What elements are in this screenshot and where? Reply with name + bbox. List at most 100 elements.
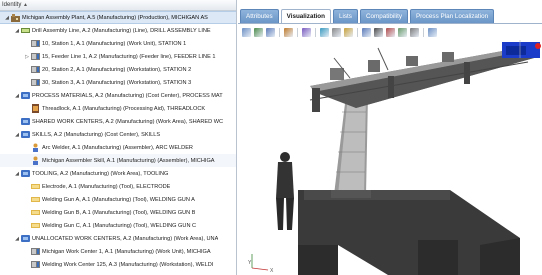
select-icon[interactable] (332, 27, 341, 37)
tree-row[interactable]: ◢ TOOLING, A.2 (Manufacturing) (Work Area… (0, 167, 236, 180)
tree-row[interactable]: ▷ 15, Feeder Line 1, A.2 (Manufacturing) … (0, 50, 236, 63)
tree-row-label: UNALLOCATED WORK CENTERS, A.2 (Manufactu… (32, 235, 219, 242)
platform (298, 190, 520, 275)
tab-attributes[interactable]: Attributes (240, 9, 279, 23)
skill-person-icon (31, 156, 40, 165)
collapse-icon[interactable]: ◢ (14, 236, 20, 242)
work-center-icon (21, 234, 30, 243)
axis-triad (251, 254, 269, 271)
workstation-icon (31, 260, 40, 269)
tool-icon (31, 221, 40, 230)
tool-icon (31, 195, 40, 204)
collapse-icon[interactable]: ◢ (14, 28, 20, 34)
tree-row-label: SKILLS, A.2 (Manufacturing) (Cost Center… (32, 131, 161, 138)
tab-visualization[interactable]: Visualization (280, 9, 331, 24)
tree-row[interactable]: ◢ Michigan Assembly Plant, A.5 (Manufactu… (0, 11, 236, 24)
tree-row[interactable]: Welding Gun B, A.1 (Manufacturing) (Tool… (0, 206, 236, 219)
zoom-area-icon[interactable] (254, 27, 263, 37)
tree-row-label: Arc Welder, A.1 (Manufacturing) (Assembl… (42, 144, 193, 151)
axis-y-label: Y (248, 260, 252, 266)
collapse-icon[interactable]: ◢ (14, 93, 20, 99)
factory-3d-scene[interactable] (238, 40, 542, 275)
workstation-icon (31, 52, 40, 61)
view-orientation-icon[interactable] (302, 27, 311, 37)
tree-row[interactable]: ◢ Drill Assembly Line, A.2 (Manufacturing… (0, 24, 236, 37)
collapse-icon[interactable]: ◢ (4, 15, 10, 21)
tree-row-label: Welding Gun B, A.1 (Manufacturing) (Tool… (42, 209, 196, 216)
skill-person-icon (31, 143, 40, 152)
tree-row[interactable]: ◢ SKILLS, A.2 (Manufacturing) (Cost Cente… (0, 128, 236, 141)
tree-row[interactable]: ◢ PROCESS MATERIALS, A.2 (Manufacturing) … (0, 89, 236, 102)
axis-x-label: X (270, 268, 274, 274)
tree-row-label: Threadlock, A.1 (Manufacturing) (Process… (42, 105, 206, 112)
work-center-icon (21, 169, 30, 178)
structure-tree-pane: Identity ▲ ◢ Michigan Assembly Plant, A.5… (0, 0, 237, 275)
robot-cell (502, 40, 541, 58)
tree-row-label: SHARED WORK CENTERS, A.2 (Manufacturing)… (32, 118, 224, 125)
tree-row[interactable]: Arc Welder, A.1 (Manufacturing) (Assembl… (0, 141, 236, 154)
tool-icon (31, 208, 40, 217)
toolbar-separator (357, 27, 358, 37)
measure-icon[interactable] (386, 27, 395, 37)
3d-viewport[interactable]: Y X (238, 40, 542, 275)
sort-ascending-icon: ▲ (23, 2, 28, 8)
collapse-icon[interactable]: ◢ (14, 132, 20, 138)
tree-column-header[interactable]: Identity ▲ (0, 0, 236, 11)
assembly-line-icon (21, 26, 30, 35)
conveyor-main (309, 47, 534, 112)
tree-row[interactable]: Welding Work Center 125, A.3 (Manufactur… (0, 258, 236, 271)
processing-aid-icon (31, 104, 40, 113)
magnify-icon[interactable] (374, 27, 383, 37)
conveyor-vertical (331, 95, 371, 198)
tree-row-label: TOOLING, A.2 (Manufacturing) (Work Area)… (32, 170, 169, 177)
lighting-icon[interactable] (362, 27, 371, 37)
tree-row[interactable]: SHARED WORK CENTERS, A.2 (Manufacturing)… (0, 115, 236, 128)
zoom-icon[interactable] (266, 27, 275, 37)
tree-row-label: 15, Feeder Line 1, A.2 (Manufacturing) (… (42, 53, 216, 60)
tree-row[interactable]: Michigan Work Center 1, A.1 (Manufacturi… (0, 245, 236, 258)
tab-process-plan-localization[interactable]: Process Plan Localization (409, 9, 495, 23)
expand-icon[interactable]: ▷ (24, 54, 30, 60)
markup-icon[interactable] (410, 27, 419, 37)
tree-row-label: Welding Work Center 125, A.3 (Manufactur… (42, 261, 214, 268)
toolbar-separator (423, 27, 424, 37)
tree-row[interactable]: ◢ UNALLOCATED WORK CENTERS, A.2 (Manufact… (0, 232, 236, 245)
tree-row[interactable]: 20, Station 2, A.1 (Manufacturing) (Work… (0, 63, 236, 76)
tree-row-label: 20, Station 2, A.1 (Manufacturing) (Work… (42, 66, 192, 73)
workstation-icon (31, 65, 40, 74)
tree-row[interactable]: Welding Gun A, A.1 (Manufacturing) (Tool… (0, 193, 236, 206)
tree-row-label: Drill Assembly Line, A.2 (Manufacturing)… (32, 27, 211, 34)
tree-row[interactable]: Electrode, A.1 (Manufacturing) (Tool), E… (0, 180, 236, 193)
fit-view-icon[interactable] (242, 27, 251, 37)
tree-row[interactable]: Threadlock, A.1 (Manufacturing) (Process… (0, 102, 236, 115)
workstation-icon (31, 39, 40, 48)
tool-icon (31, 182, 40, 191)
settings-icon[interactable] (428, 27, 437, 37)
work-center-icon (21, 130, 30, 139)
tab-strip-divider (238, 23, 542, 24)
work-center-icon (21, 117, 30, 126)
tree-row[interactable]: 30, Station 3, A.1 (Manufacturing) (Work… (0, 76, 236, 89)
tree-row[interactable]: Michigan Assembler Skill, A.1 (Manufactu… (0, 154, 236, 167)
tab-lists[interactable]: Lists (332, 9, 358, 23)
tree-row-label: PROCESS MATERIALS, A.2 (Manufacturing) (… (32, 92, 223, 99)
tree-row-label: Michigan Work Center 1, A.1 (Manufacturi… (42, 248, 211, 255)
work-center-icon (21, 91, 30, 100)
workstation-icon (31, 247, 40, 256)
collapse-icon[interactable]: ◢ (14, 171, 20, 177)
section-icon[interactable] (398, 27, 407, 37)
detail-pane: Attributes Visualization Lists Compatibilit… (238, 0, 542, 275)
plant-icon (11, 13, 20, 22)
pan-icon[interactable] (320, 27, 329, 37)
rotate-icon[interactable] (284, 27, 293, 37)
tree-row-label: Michigan Assembly Plant, A.5 (Manufactur… (22, 14, 208, 21)
tab-compatibility[interactable]: Compatibility (359, 9, 408, 23)
tree-row-label: Electrode, A.1 (Manufacturing) (Tool), E… (42, 183, 171, 190)
tab-strip: Attributes Visualization Lists Compatibilit… (238, 9, 542, 24)
tree-row[interactable]: Welding Gun C, A.1 (Manufacturing) (Tool… (0, 219, 236, 232)
tree-row[interactable]: 10, Station 1, A.1 (Manufacturing) (Work… (0, 37, 236, 50)
tree-row-label: Welding Gun C, A.1 (Manufacturing) (Tool… (42, 222, 197, 229)
operator-figure (276, 152, 294, 230)
shading-icon[interactable] (344, 27, 353, 37)
tree-row-label: 10, Station 1, A.1 (Manufacturing) (Work… (42, 40, 187, 47)
